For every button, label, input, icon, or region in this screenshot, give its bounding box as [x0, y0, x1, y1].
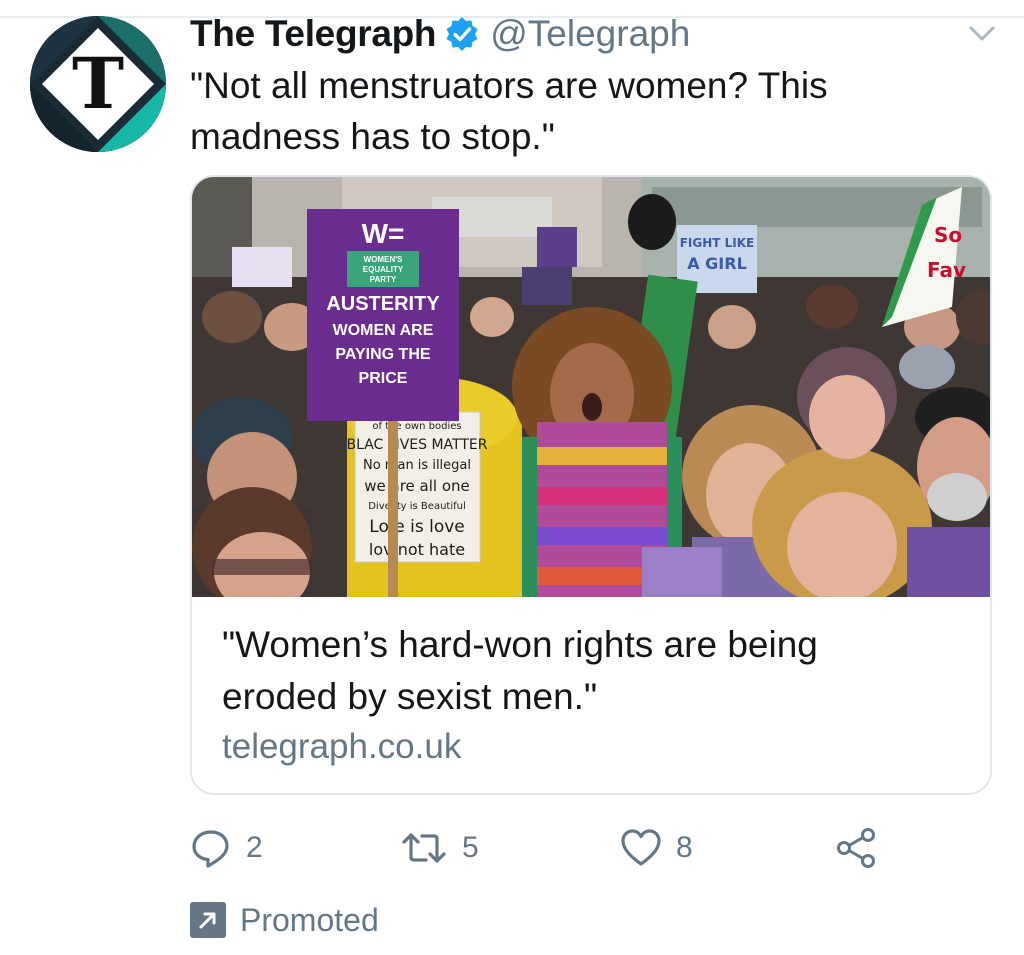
author-avatar[interactable]: T: [30, 16, 166, 152]
svg-text:of the own bodies: of the own bodies: [372, 421, 461, 432]
svg-text:WOMEN'S: WOMEN'S: [364, 255, 403, 264]
card-domain: telegraph.co.uk: [222, 727, 462, 766]
svg-text:we are all one: we are all one: [364, 477, 470, 495]
svg-text:EQUALITY: EQUALITY: [363, 265, 404, 274]
like-button[interactable]: 8: [620, 825, 693, 871]
tweet-actions: 2 5 8: [190, 825, 890, 875]
card-title: "Women’s hard-won rights are being erode…: [222, 619, 962, 723]
author-display-name[interactable]: The Telegraph: [190, 13, 437, 55]
svg-text:Fav: Fav: [927, 258, 966, 282]
protest-photo-icon: FIGHT LIKE A GIRL So Fav of the own bodi…: [192, 177, 990, 597]
author-handle[interactable]: @Telegraph: [490, 13, 690, 55]
card-title-line: "Women’s hard-won rights are being: [222, 624, 818, 665]
promoted-label: Promoted: [240, 901, 379, 938]
link-preview-card[interactable]: FIGHT LIKE A GIRL So Fav of the own bodi…: [190, 175, 992, 795]
card-title-line: eroded by sexist men.": [222, 676, 598, 717]
svg-text:WOMEN ARE: WOMEN ARE: [333, 322, 434, 339]
reply-count: 2: [246, 831, 263, 864]
share-icon: [837, 828, 875, 868]
svg-text:AUSTERITY: AUSTERITY: [326, 293, 440, 315]
reply-icon: [192, 830, 229, 868]
svg-text:PAYING THE: PAYING THE: [335, 346, 430, 363]
verified-badge-icon: [446, 17, 478, 51]
chevron-down-icon[interactable]: [968, 24, 996, 44]
svg-text:PARTY: PARTY: [370, 275, 397, 284]
svg-text:Lo e is love: Lo e is love: [369, 517, 464, 537]
svg-text:FIGHT LIKE: FIGHT LIKE: [680, 236, 755, 250]
tweet-header: The Telegraph @Telegraph: [190, 10, 690, 58]
retweet-icon: [402, 833, 446, 863]
tweet-text: "Not all menstruators are women? This ma…: [190, 60, 970, 162]
svg-text:T: T: [72, 42, 124, 125]
svg-text:A GIRL: A GIRL: [687, 254, 747, 273]
svg-text:BLAC LIVES MATTER: BLAC LIVES MATTER: [347, 437, 488, 453]
promoted-arrow-icon: [190, 902, 226, 938]
tweet-text-line: madness has to stop.": [190, 116, 555, 157]
svg-text:No man is illegal: No man is illegal: [363, 458, 471, 473]
share-button[interactable]: [835, 825, 877, 871]
svg-text:Dive ity is Beautiful: Dive ity is Beautiful: [368, 501, 466, 512]
svg-text:W=: W=: [362, 218, 405, 249]
telegraph-t-logo-icon: T: [30, 16, 166, 152]
tweet-text-line: "Not all menstruators are women? This: [190, 65, 828, 106]
promoted-indicator: Promoted: [190, 898, 379, 942]
reply-button[interactable]: 2: [190, 825, 263, 871]
svg-text:PRICE: PRICE: [359, 370, 408, 387]
svg-text:lov not hate: lov not hate: [369, 540, 465, 559]
heart-icon: [621, 829, 661, 866]
retweet-button[interactable]: 5: [400, 825, 479, 871]
like-count: 8: [676, 831, 693, 864]
tweet-view: T The Telegraph @Telegraph "Not all mens…: [0, 0, 1024, 955]
retweet-count: 5: [462, 831, 479, 864]
svg-text:So: So: [934, 223, 962, 247]
